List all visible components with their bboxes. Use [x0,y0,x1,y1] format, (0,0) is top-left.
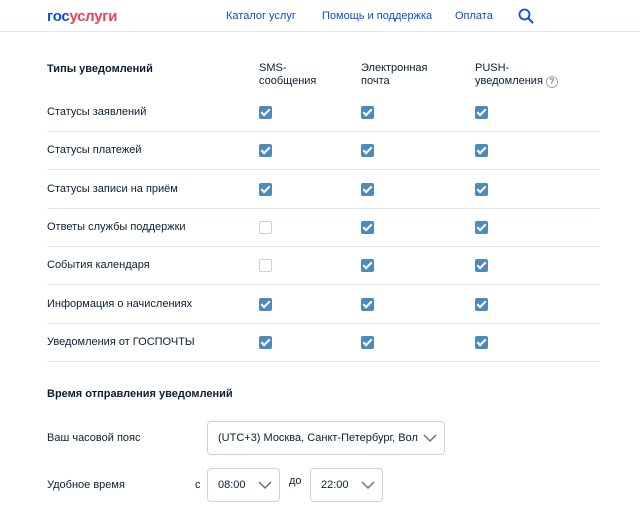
email-checkbox[interactable] [361,106,374,119]
sms-checkbox[interactable] [259,106,272,119]
notification-row-label: Уведомления от ГОСПОЧТЫ [47,335,195,348]
email-checkbox[interactable] [361,259,374,273]
nav-catalog-link[interactable]: Каталог услуг [226,10,296,22]
notification-row-label: Ответы службы поддержки [47,220,186,233]
top-header: госуслуги Каталог услуг Помощь и поддерж… [0,0,640,32]
timezone-label: Ваш часовой пояс [47,432,141,444]
chevron-down-icon [258,481,272,490]
time-to-label: до [289,475,302,487]
sms-checkbox[interactable] [259,144,272,158]
push-checkbox[interactable] [475,106,488,119]
sms-checkbox[interactable] [259,259,272,273]
time-from-select[interactable]: 08:00 [207,468,280,502]
push-checkbox[interactable] [475,335,488,349]
logo-part-uslugi: услуги [69,8,118,25]
chevron-down-icon [361,481,375,490]
notification-row-label: Статусы платежей [47,144,142,157]
column-header-sms-line2: сообщения [259,75,317,87]
column-header-push-line2: уведомления [475,75,543,87]
column-header-sms: SMS- сообщения [259,62,316,88]
notification-types-header: Типы уведомлений [47,63,153,75]
notification-row: Ответы службы поддержки [47,209,600,247]
push-checkbox[interactable] [475,182,488,196]
gosuslugi-logo[interactable]: госуслуги [47,8,117,25]
timezone-value: (UTC+3) Москва, Санкт-Петербург, Волго..… [218,432,418,444]
search-icon[interactable] [518,8,534,24]
sms-checkbox[interactable] [259,335,272,349]
email-checkbox[interactable] [361,182,374,196]
notification-row: События календаря [47,247,600,286]
nav-help-link[interactable]: Помощь и поддержка [322,10,432,22]
nav-payment-link[interactable]: Оплата [455,10,493,22]
send-time-section-title: Время отправления уведомлений [47,388,233,400]
logo-part-gos: гос [47,8,70,25]
column-header-email-line2: почта [361,75,390,87]
notification-row: Уведомления от ГОСПОЧТЫ [47,324,600,362]
push-checkbox[interactable] [475,220,488,234]
column-header-push-line1: PUSH- [475,62,510,74]
email-checkbox[interactable] [361,220,374,234]
push-checkbox[interactable] [475,259,488,273]
time-to-value: 22:00 [321,479,349,491]
sms-checkbox[interactable] [259,297,272,311]
notification-row-label: Статусы записи на приём [47,182,178,195]
notification-row-label: Информация о начислениях [47,297,193,310]
push-checkbox[interactable] [475,297,488,311]
time-from-label: с [195,479,201,491]
column-header-push: PUSH- уведомления? [475,62,558,88]
push-checkbox[interactable] [475,144,488,158]
notification-row: Статусы записи на приём [47,171,600,209]
help-icon[interactable]: ? [545,76,558,88]
notification-row: Информация о начислениях [47,286,600,324]
notification-row: Статусы платежей [47,132,600,171]
timezone-select[interactable]: (UTC+3) Москва, Санкт-Петербург, Волго..… [207,421,445,455]
sms-checkbox[interactable] [259,220,272,234]
time-to-select[interactable]: 22:00 [310,468,383,502]
email-checkbox[interactable] [361,144,374,158]
chevron-down-icon [423,434,437,443]
notification-row-label: События календаря [47,259,150,272]
column-header-email-line1: Электронная [361,62,428,74]
email-checkbox[interactable] [361,297,374,311]
email-checkbox[interactable] [361,335,374,349]
column-header-sms-line1: SMS- [259,62,287,74]
sms-checkbox[interactable] [259,182,272,196]
time-from-value: 08:00 [218,479,246,491]
column-header-email: Электронная почта [361,62,428,88]
preferred-time-label: Удобное время [47,479,125,491]
notification-row-label: Статусы заявлений [47,106,147,118]
notification-row: Статусы заявлений [47,94,600,132]
